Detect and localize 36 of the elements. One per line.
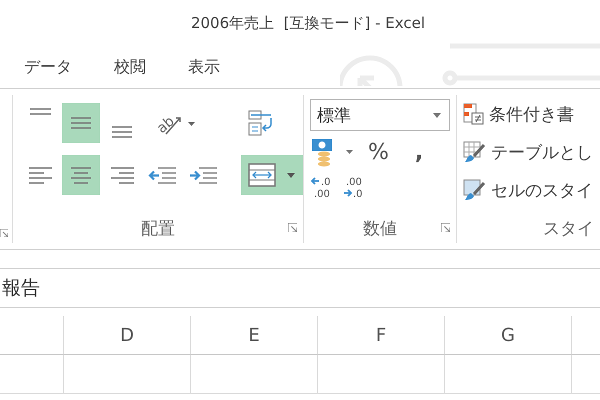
cell-brush-icon [463,179,487,201]
currency-icon[interactable] [310,137,356,167]
style-menu-button[interactable]: 条件付き書 [463,99,600,129]
align-right-icon [110,166,134,184]
align-bottom-icon [112,126,132,138]
dialog-launcher-icon[interactable] [288,223,297,232]
column-header[interactable]: D [64,316,191,354]
dialog-launcher-icon[interactable] [441,223,450,232]
merge-center-button[interactable] [241,155,303,195]
conditional-format-icon [463,103,485,125]
style-menu-button[interactable]: テーブルとし [463,137,600,167]
window-title: 2006年売上 [互換モード] - Excel [190,14,426,32]
group-label: 数値 [363,218,397,240]
percent-button[interactable]: % [362,140,395,164]
column-header[interactable]: F [318,316,445,354]
caret-icon [433,112,441,118]
ribbon-tab[interactable]: データ [24,56,72,78]
column-header[interactable]: G [445,316,572,354]
group-label: 配置 [141,218,175,240]
style-menu-button[interactable]: セルのスタイ [463,175,600,205]
formula-bar[interactable]: 報告 [0,268,600,308]
orientation-button[interactable]: ab [148,103,204,143]
column-header[interactable]: E [191,316,318,354]
align-top-icon [30,108,50,115]
align-center-icon [71,166,91,184]
dialog-launcher-icon[interactable] [0,229,8,237]
table-brush-icon [463,141,487,163]
align-middle-icon [71,117,91,129]
align-center-button[interactable] [62,155,100,195]
align-left-icon [28,166,52,184]
group-label: スタイ [543,218,594,240]
align-middle-button[interactable] [62,103,100,143]
comma-button[interactable]: , [408,140,430,164]
number-format-dropdown[interactable]: 標準 [310,99,450,131]
ribbon-tab[interactable]: 表示 [188,56,220,78]
ribbon-tab[interactable]: 校閲 [114,56,146,78]
